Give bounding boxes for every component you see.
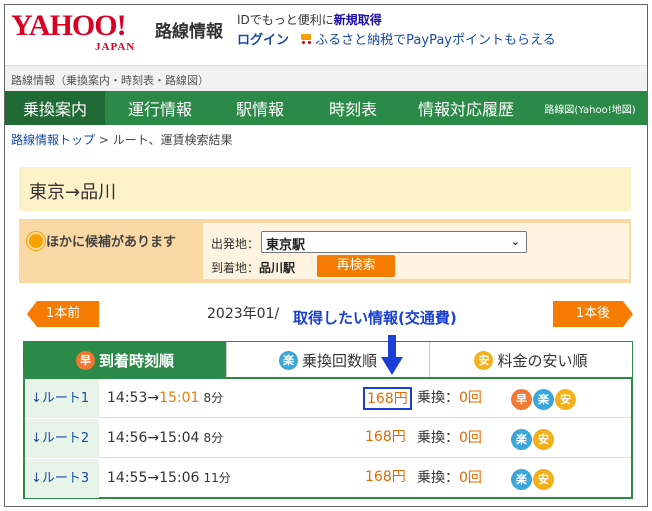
tab-label: 乗換回数順 (301, 351, 377, 370)
to-label-text: 到着地： (211, 261, 260, 275)
tab-arrival-order[interactable]: 早到着時刻順 (24, 342, 227, 378)
furusato-link[interactable]: ふるさと納税でPayPayポイントもらえる (315, 33, 555, 48)
candidate-form: 出発地： 東京駅 ⌄ 到着地：品川駅 再検索 (203, 223, 629, 279)
from-select-value: 東京駅 (266, 238, 306, 253)
id-promo-text: IDでもっと便利に (237, 13, 334, 27)
route-link[interactable]: ↓ルート3 (25, 459, 99, 498)
lightbulb-icon (29, 234, 43, 248)
easy-badge-icon: 楽 (533, 389, 554, 410)
candidate-label: ほかに候補があります (46, 235, 177, 250)
candidate-notice: ほかに候補があります (29, 231, 176, 250)
prev-train-button[interactable]: 1本前 (27, 301, 99, 327)
route-row: ↓ルート1 14:53→15:01 8分 168円 乗換：0回 早楽安 (25, 379, 631, 418)
research-button[interactable]: 再検索 (317, 255, 395, 277)
cart-icon (299, 33, 313, 45)
tab-label: 料金の安い順 (497, 351, 588, 370)
route-row: ↓ルート3 14:55→15:06 11分 168円 乗換：0回 楽安 (25, 459, 631, 498)
fast-badge-icon: 早 (75, 350, 95, 370)
easy-badge-icon: 楽 (278, 350, 298, 370)
easy-badge-icon: 楽 (511, 469, 532, 490)
transfer-count: 乗換：0回 (417, 390, 482, 406)
route-time: 14:56→15:04 8分 (107, 430, 224, 446)
route-badges: 早楽安 (511, 388, 577, 410)
cheap-badge-icon: 安 (555, 389, 576, 410)
breadcrumb-top-link[interactable]: 路線情報トップ (11, 133, 95, 147)
fare: 168円 (365, 469, 406, 485)
nav-transfer[interactable]: 乗換案内 (5, 91, 105, 125)
page-title: 東京→品川 (19, 167, 631, 211)
transfer-count: 乗換：0回 (417, 430, 482, 446)
route-badges: 楽安 (511, 428, 555, 450)
annotation-arrow-icon (381, 335, 403, 375)
screenshot-frame: YAHOO! JAPAN 路線情報 IDでもっと便利に新規取得 ログイン ふるさ… (4, 4, 648, 507)
transfer-count: 乗換：0回 (417, 470, 482, 486)
nav-route-map[interactable]: 路線図(Yahoo!地図) (531, 91, 647, 125)
nav-timetable[interactable]: 時刻表 (305, 91, 401, 125)
cheap-badge-icon: 安 (533, 469, 554, 490)
fare: 168円 (365, 429, 406, 445)
route-badges: 楽安 (511, 468, 555, 490)
sort-tabs: 早到着時刻順 楽乗換回数順 安料金の安い順 (23, 341, 633, 378)
id-promo: IDでもっと便利に新規取得 (237, 11, 382, 28)
nav-station-info[interactable]: 駅情報 (215, 91, 305, 125)
route-list: ↓ルート1 14:53→15:01 8分 168円 乗換：0回 早楽安 ↓ルート2… (23, 377, 633, 499)
from-label: 出発地： (211, 237, 260, 251)
signup-link[interactable]: 新規取得 (334, 13, 382, 27)
from-select[interactable]: 東京駅 ⌄ (261, 231, 527, 253)
nav-service-status[interactable]: 運行情報 (105, 91, 215, 125)
route-link[interactable]: ↓ルート1 (25, 379, 99, 418)
candidate-box: ほかに候補があります 出発地： 東京駅 ⌄ 到着地：品川駅 再検索 (19, 219, 631, 283)
tab-fare-order[interactable]: 安料金の安い順 (430, 342, 632, 378)
login-link[interactable]: ログイン (237, 33, 289, 48)
fare-highlighted: 168円 (363, 387, 412, 410)
breadcrumb-current: ルート、運賃検索結果 (112, 133, 233, 147)
to-label: 到着地：品川駅 (211, 259, 295, 276)
breadcrumb-sep: > (95, 133, 113, 147)
service-name: 路線情報 (155, 22, 223, 42)
cheap-badge-icon: 安 (474, 350, 494, 370)
nav-history[interactable]: 情報対応履歴 (401, 91, 531, 125)
route-time: 14:53→15:01 8分 (107, 390, 224, 406)
annotation-label: 取得したい情報(交通費) (291, 307, 459, 328)
header-links: ログイン ふるさと納税でPayPayポイントもらえる (237, 29, 556, 48)
route-row: ↓ルート2 14:56→15:04 8分 168円 乗換：0回 楽安 (25, 419, 631, 458)
fast-badge-icon: 早 (511, 389, 532, 410)
next-train-button[interactable]: 1本後 (553, 301, 633, 327)
yahoo-japan-logo[interactable]: YAHOO! JAPAN (11, 11, 161, 55)
site-breadcrumb-bar: 路線情報（乗換案内・時刻表・路線図） (5, 65, 647, 91)
route-time: 14:55→15:06 11分 (107, 470, 231, 486)
chevron-down-icon: ⌄ (510, 235, 520, 248)
breadcrumb: 路線情報トップ > ルート、運賃検索結果 (11, 131, 232, 148)
search-date: 2023年01/ (207, 306, 280, 322)
route-link[interactable]: ↓ルート2 (25, 419, 99, 458)
logo-wordmark: YAHOO! (11, 9, 127, 42)
to-value: 品川駅 (259, 261, 296, 275)
cheap-badge-icon: 安 (533, 429, 554, 450)
logo-subtext: JAPAN (95, 41, 136, 53)
main-nav: 乗換案内 運行情報 駅情報 時刻表 情報対応履歴 路線図(Yahoo!地図) (5, 91, 647, 125)
easy-badge-icon: 楽 (511, 429, 532, 450)
tab-label: 到着時刻順 (98, 351, 174, 370)
